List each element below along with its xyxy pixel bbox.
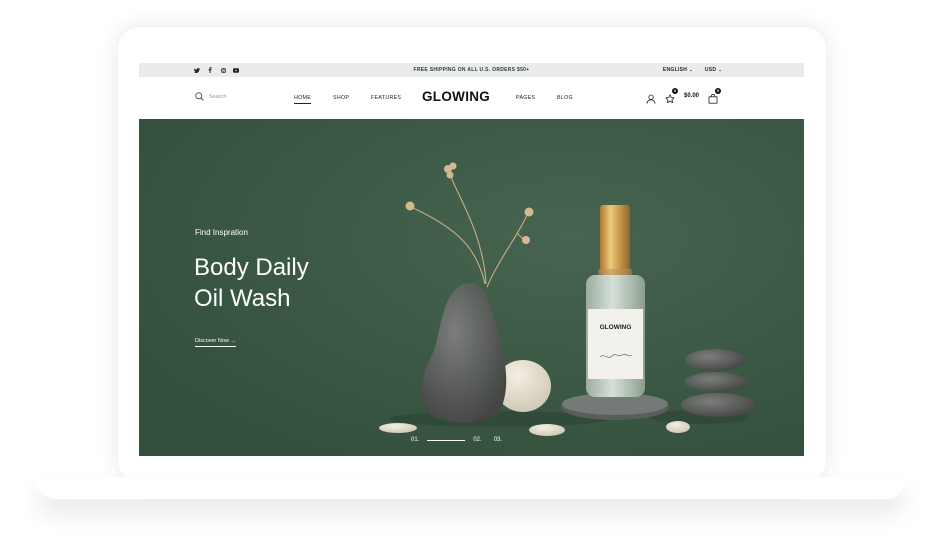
- slide-indicator-1[interactable]: 01.: [411, 437, 419, 443]
- search-input[interactable]: Search: [195, 92, 226, 101]
- header-actions: 0 $0.00 0: [646, 88, 722, 104]
- slide-indicator-2[interactable]: 02.: [473, 437, 481, 443]
- twitter-icon[interactable]: [194, 67, 200, 73]
- cart-total[interactable]: $0.00: [684, 93, 699, 99]
- instagram-icon[interactable]: [220, 67, 226, 73]
- currency-select[interactable]: USD ⌄: [705, 67, 722, 73]
- slide-progress-line: [427, 439, 466, 441]
- chevron-down-icon: ⌄: [689, 67, 693, 72]
- social-links: [194, 63, 239, 77]
- site-logo[interactable]: GLOWING: [422, 89, 490, 104]
- cart-button[interactable]: 0: [708, 88, 722, 104]
- nav-item-home[interactable]: HOME: [294, 95, 312, 104]
- chevron-down-icon: ⌄: [718, 67, 722, 72]
- slider-pagination: 01. 02. 03.: [411, 437, 502, 443]
- language-label: ENGLISH: [662, 67, 688, 73]
- laptop-base: [36, 477, 906, 499]
- search-icon: [195, 92, 204, 101]
- wishlist-button[interactable]: 0: [665, 88, 678, 104]
- nav-item-features[interactable]: FEATURES: [371, 95, 401, 101]
- facebook-icon[interactable]: [207, 67, 213, 73]
- main-navigation: Search HOME SHOP FEATURES GLOWING PAGES …: [139, 77, 804, 119]
- locale-selectors: ENGLISH ⌄ USD ⌄: [663, 63, 722, 77]
- shopping-bag-icon: [708, 93, 718, 104]
- user-icon: [646, 94, 656, 104]
- nav-item-shop[interactable]: SHOP: [333, 95, 349, 101]
- announcement-bar: FREE SHIPPING ON ALL U.S. ORDERS $50+ EN…: [139, 63, 804, 77]
- account-button[interactable]: [646, 91, 656, 104]
- wishlist-count-badge: 0: [672, 88, 678, 94]
- language-select[interactable]: ENGLISH ⌄: [663, 67, 693, 73]
- website-screen: FREE SHIPPING ON ALL U.S. ORDERS $50+ EN…: [139, 63, 804, 456]
- nav-item-pages[interactable]: PAGES: [516, 95, 535, 101]
- hero-eyebrow: Find Inspration: [195, 228, 248, 237]
- nav-item-blog[interactable]: BLOG: [557, 95, 573, 101]
- hero-banner: GLOWING Find Inspration Body Daily Oil W…: [139, 119, 804, 456]
- cart-count-badge: 0: [715, 88, 722, 94]
- slide-indicator-3[interactable]: 03.: [494, 437, 502, 443]
- currency-label: USD: [704, 67, 717, 73]
- discover-now-button[interactable]: Discover Now →: [195, 338, 236, 347]
- hero-title: Body Daily Oil Wash: [194, 254, 309, 312]
- search-placeholder: Search: [209, 93, 227, 100]
- youtube-icon[interactable]: [233, 67, 239, 73]
- star-icon: [665, 94, 675, 104]
- svg-text:GLOWING: GLOWING: [600, 324, 632, 331]
